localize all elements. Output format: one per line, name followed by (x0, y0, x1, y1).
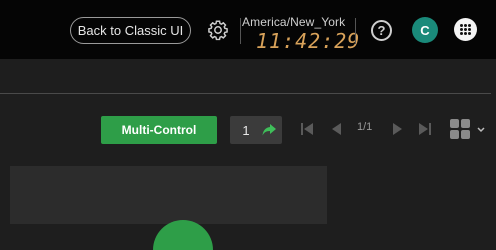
back-to-classic-ui-button[interactable]: Back to Classic UI (70, 17, 191, 44)
layout-grid-icon[interactable] (450, 119, 488, 139)
avatar[interactable]: C (412, 17, 438, 43)
gear-icon[interactable] (207, 19, 229, 41)
grid-icon[interactable] (454, 18, 477, 41)
divider (355, 18, 356, 44)
next-page-icon[interactable] (391, 121, 405, 137)
top-bar: Back to Classic UI America/New_York 11:4… (0, 0, 496, 59)
multi-control-button[interactable]: Multi-Control (101, 116, 217, 144)
page-jump: 1 (230, 116, 282, 144)
help-icon[interactable]: ? (371, 20, 392, 41)
first-page-icon[interactable] (300, 121, 314, 137)
divider (240, 18, 241, 44)
page-number-input[interactable]: 1 (236, 121, 256, 139)
panel-indicator (153, 220, 213, 250)
video-panel[interactable] (10, 166, 327, 250)
last-page-icon[interactable] (418, 121, 432, 137)
prev-page-icon[interactable] (329, 121, 343, 137)
page-count: 1/1 (357, 121, 373, 133)
section-divider (0, 93, 491, 94)
clock-timezone: America/New_York (242, 15, 346, 29)
share-arrow-icon[interactable] (261, 122, 277, 138)
clock-time: 11:42:29 (256, 29, 361, 53)
